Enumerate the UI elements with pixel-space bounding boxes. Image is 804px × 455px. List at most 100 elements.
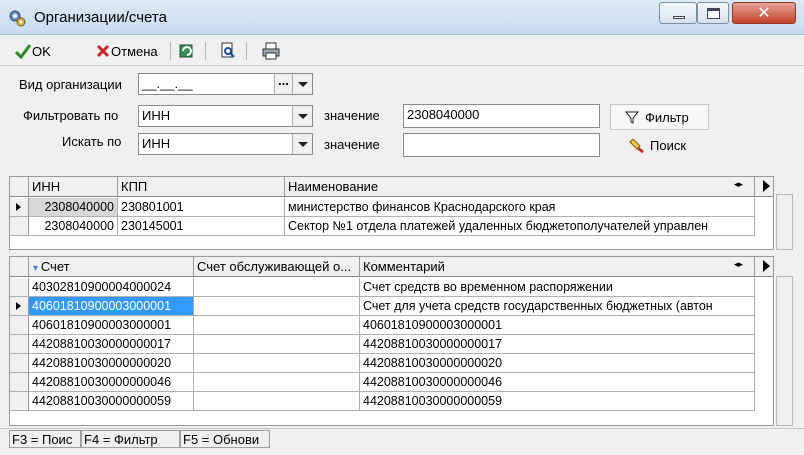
window-title: Организации/счета [34, 9, 167, 26]
minimize-icon [673, 16, 685, 19]
grid-expand-arrow-icon[interactable] [763, 180, 770, 192]
filter-by-label: Фильтровать по [23, 108, 119, 123]
ok-label: OK [32, 43, 51, 59]
org-type-dropdown-button[interactable] [292, 74, 312, 94]
row-indicator [10, 392, 29, 411]
scroll-left-right-icon[interactable]: ◂▸ [734, 259, 743, 270]
org-type-ellipsis-button[interactable]: ... [274, 74, 292, 94]
flashlight-icon [629, 138, 644, 153]
accounts-scrollbar[interactable] [776, 276, 793, 426]
filter-by-dropdown-icon[interactable] [292, 106, 312, 126]
toolbar-separator [246, 42, 247, 60]
ok-button[interactable]: OK [14, 41, 51, 61]
print-icon[interactable] [262, 42, 280, 60]
cell-comment: 40601810900003000001 [360, 316, 755, 335]
refresh-icon[interactable] [178, 42, 196, 60]
find-icon[interactable] [219, 42, 237, 60]
minimize-button[interactable] [659, 2, 697, 24]
cancel-label: Отмена [111, 43, 158, 59]
cell-account: 40601810900003000001 [29, 316, 194, 335]
cell-account: 44208810030000000046 [29, 373, 194, 392]
search-value-input[interactable] [403, 133, 600, 157]
search-value-label: значение [324, 137, 380, 152]
cell-comment: 44208810030000000017 [360, 335, 755, 354]
toolbar-separator [205, 42, 206, 60]
toolbar: OK Отмена [0, 36, 804, 66]
column-header-kpp[interactable]: КПП [118, 177, 285, 196]
row-indicator [10, 278, 29, 297]
column-header-inn[interactable]: ИНН [29, 177, 118, 196]
search-by-dropdown-icon[interactable] [292, 134, 312, 154]
column-header-account-label: Счет [40, 259, 70, 274]
cancel-button[interactable]: Отмена [95, 41, 158, 61]
grid-expand-arrow-icon[interactable] [763, 260, 770, 272]
filter-value-input[interactable]: 2308040000 [403, 104, 600, 128]
table-row[interactable]: 40302810900004000024 Счет средств во врем… [10, 278, 773, 297]
cell-account: 40302810900004000024 [29, 278, 194, 297]
filter-by-select[interactable]: ИНН [138, 105, 313, 127]
title-bar: Организации/счета ✕ [0, 0, 804, 35]
org-type-field[interactable]: __.__.__ ... [138, 73, 313, 95]
checkmark-icon [14, 44, 32, 59]
column-header-account[interactable]: ▾ Счет [29, 257, 194, 276]
column-header-comment[interactable]: Комментарий [360, 257, 755, 276]
table-row[interactable]: 2308040000 230145001 Сектор №1 отдела пл… [10, 217, 773, 236]
cell-account: 44208810030000000020 [29, 354, 194, 373]
table-row[interactable]: 40601810900003000001 Счет для учета средс… [10, 297, 773, 316]
cell-comment: Счет средств во временном распоряжении [360, 278, 755, 297]
row-indicator [10, 373, 29, 392]
search-button[interactable]: Поиск [629, 138, 686, 153]
toolbar-separator [170, 42, 171, 60]
row-indicator [10, 217, 29, 236]
search-by-label: Искать по [62, 134, 122, 149]
org-type-label: Вид организации [19, 77, 122, 92]
scroll-left-right-icon[interactable]: ◂▸ [734, 179, 743, 190]
cell-comment: Счет для учета средств государственных б… [360, 297, 755, 316]
table-row[interactable]: 44208810030000000017 44208810030000000017 [10, 335, 773, 354]
cell-service [194, 373, 360, 392]
cell-account: 40601810900003000001 [29, 297, 194, 316]
row-indicator [10, 335, 29, 354]
cell-account: 44208810030000000059 [29, 392, 194, 411]
column-header-service-account[interactable]: Счет обслуживающей о... [194, 257, 360, 276]
table-row[interactable]: 44208810030000000046 44208810030000000046 [10, 373, 773, 392]
filter-value-label: значение [324, 108, 380, 123]
filter-button[interactable]: Фильтр [610, 104, 709, 130]
cell-kpp: 230801001 [118, 198, 285, 217]
column-header-name[interactable]: Наименование [285, 177, 755, 196]
cell-comment: 44208810030000000020 [360, 354, 755, 373]
cell-name: Сектор №1 отдела платежей удаленных бюдж… [285, 217, 755, 236]
filter-by-value: ИНН [142, 108, 171, 123]
search-by-select[interactable]: ИНН [138, 133, 313, 155]
header-indicator [10, 177, 29, 196]
organizations-scrollbar[interactable] [776, 194, 793, 250]
row-indicator [10, 354, 29, 373]
cell-service [194, 278, 360, 297]
table-row[interactable]: 44208810030000000020 44208810030000000020 [10, 354, 773, 373]
filter-button-label: Фильтр [645, 109, 689, 125]
cell-service [194, 392, 360, 411]
table-row[interactable]: 40601810900003000001 40601810900003000001 [10, 316, 773, 335]
org-type-value: __.__.__ [142, 76, 193, 91]
accounts-grid-header: ▾ Счет Счет обслуживающей о... Комментар… [10, 257, 773, 277]
table-row[interactable]: 44208810030000000059 44208810030000000059 [10, 392, 773, 411]
search-by-value: ИНН [142, 136, 171, 151]
cell-service [194, 297, 360, 316]
table-row[interactable]: 2308040000 230801001 министерство финанс… [10, 198, 773, 217]
funnel-icon [625, 111, 639, 124]
maximize-button[interactable] [697, 2, 729, 24]
row-indicator [10, 198, 29, 217]
organizations-grid-header: ИНН КПП Наименование ◂▸ [10, 177, 773, 197]
status-f5: F5 = Обнови [180, 430, 270, 448]
cell-comment: 44208810030000000059 [360, 392, 755, 411]
cross-icon [96, 44, 110, 58]
cell-comment: 44208810030000000046 [360, 373, 755, 392]
close-button[interactable]: ✕ [732, 2, 796, 24]
accounts-grid: ▾ Счет Счет обслуживающей о... Комментар… [9, 256, 774, 426]
cell-service [194, 316, 360, 335]
search-button-label: Поиск [650, 138, 687, 153]
cell-inn: 2308040000 [29, 198, 118, 217]
organizations-grid: ИНН КПП Наименование ◂▸ 2308040000 23080… [9, 176, 774, 250]
sort-asc-icon: ▾ [33, 263, 41, 274]
cell-service [194, 354, 360, 373]
